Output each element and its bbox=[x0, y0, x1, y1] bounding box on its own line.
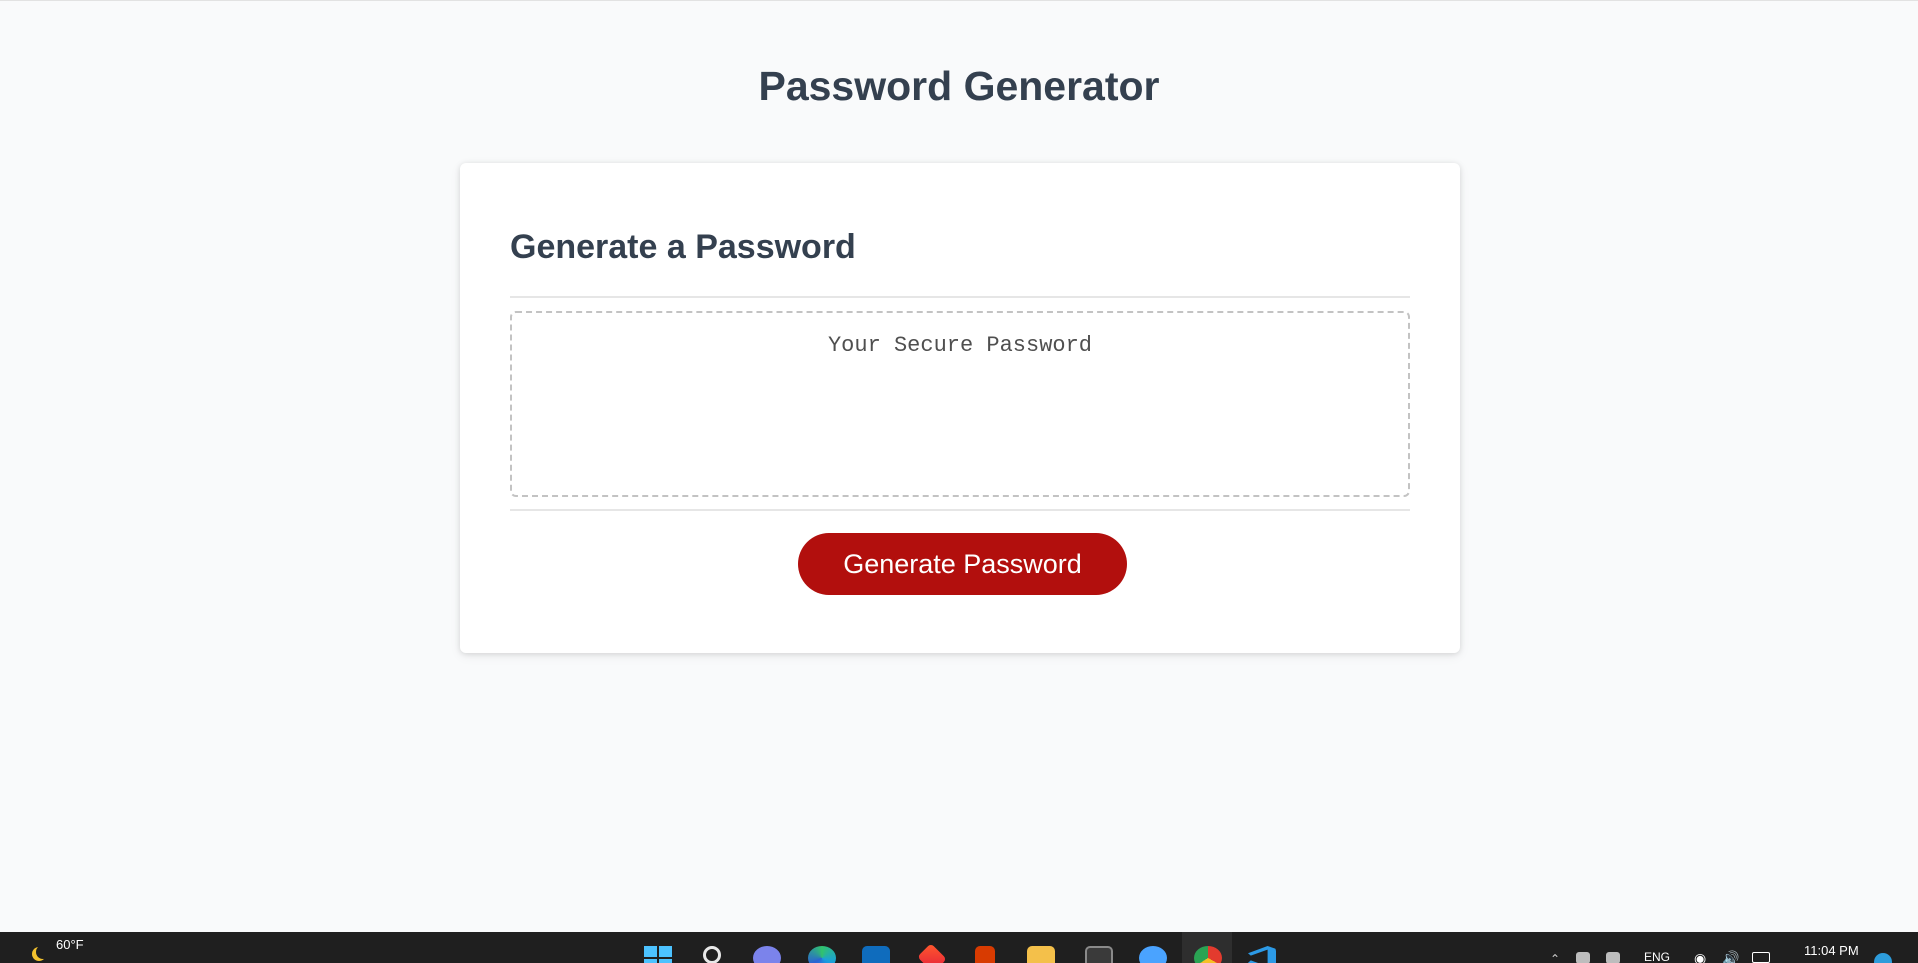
teams-icon[interactable] bbox=[753, 946, 781, 963]
mail-icon[interactable] bbox=[862, 946, 890, 963]
password-output[interactable] bbox=[510, 311, 1410, 497]
clock[interactable]: 11:04 PM bbox=[1804, 943, 1859, 958]
taskbar: 60°F ⌃ ENG ◉ 🔊 11:04 PM bbox=[0, 932, 1918, 963]
edge-icon[interactable] bbox=[808, 946, 836, 963]
divider bbox=[510, 509, 1410, 511]
windows-start-icon[interactable] bbox=[644, 946, 672, 963]
weather-widget[interactable]: 60°F bbox=[36, 934, 84, 959]
notification-icon[interactable] bbox=[1874, 953, 1892, 963]
card-title: Generate a Password bbox=[510, 228, 856, 266]
office-icon[interactable] bbox=[975, 946, 995, 963]
chevron-up-icon[interactable]: ⌃ bbox=[1550, 952, 1560, 963]
dropbox-icon[interactable] bbox=[1606, 952, 1620, 963]
vscode-icon[interactable] bbox=[1248, 946, 1276, 963]
search-icon[interactable] bbox=[703, 946, 721, 963]
battery-icon[interactable] bbox=[1752, 952, 1770, 963]
wifi-icon[interactable]: ◉ bbox=[1694, 950, 1706, 963]
app-icon[interactable] bbox=[917, 943, 947, 963]
page-content: Password Generator Generate a Password G… bbox=[0, 0, 1918, 932]
chrome-icon[interactable] bbox=[1194, 946, 1222, 963]
file-explorer-icon[interactable] bbox=[1027, 946, 1055, 963]
volume-icon[interactable]: 🔊 bbox=[1722, 950, 1739, 963]
app-icon[interactable] bbox=[1139, 946, 1167, 963]
app-icon[interactable] bbox=[1085, 946, 1113, 963]
generate-password-button[interactable]: Generate Password bbox=[798, 533, 1127, 595]
divider bbox=[510, 296, 1410, 298]
language-indicator[interactable]: ENG bbox=[1644, 950, 1670, 963]
password-card: Generate a Password Generate Password bbox=[460, 163, 1460, 653]
moon-icon bbox=[36, 945, 50, 959]
page-title: Password Generator bbox=[758, 63, 1160, 109]
tray-app-icon[interactable] bbox=[1576, 952, 1590, 963]
temperature: 60°F bbox=[56, 937, 84, 952]
